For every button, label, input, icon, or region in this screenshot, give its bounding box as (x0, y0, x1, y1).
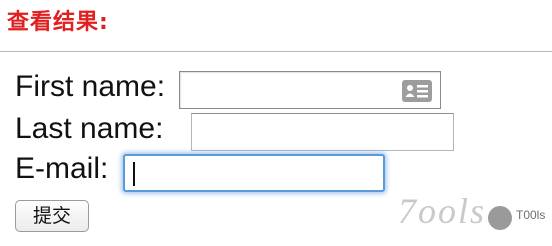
result-page: 查看结果: First name: Last name: E-mail: 提交 … (0, 0, 552, 246)
watermark-label: T00ls (516, 208, 546, 222)
result-title: 查看结果: (7, 10, 109, 35)
email-input[interactable] (123, 154, 385, 192)
submit-button[interactable]: 提交 (15, 200, 89, 232)
watermark-logo: 7ools (398, 191, 487, 231)
first-name-label: First name: (15, 70, 166, 103)
wechat-icon (488, 206, 512, 230)
last-name-label: Last name: (15, 112, 164, 145)
last-name-input[interactable] (191, 113, 454, 151)
divider (0, 51, 552, 52)
text-caret (133, 162, 135, 186)
watermark: 7ools T00ls (398, 190, 548, 240)
first-name-input[interactable] (179, 71, 441, 109)
contact-card-icon[interactable] (402, 80, 432, 106)
email-label: E-mail: (15, 152, 109, 185)
